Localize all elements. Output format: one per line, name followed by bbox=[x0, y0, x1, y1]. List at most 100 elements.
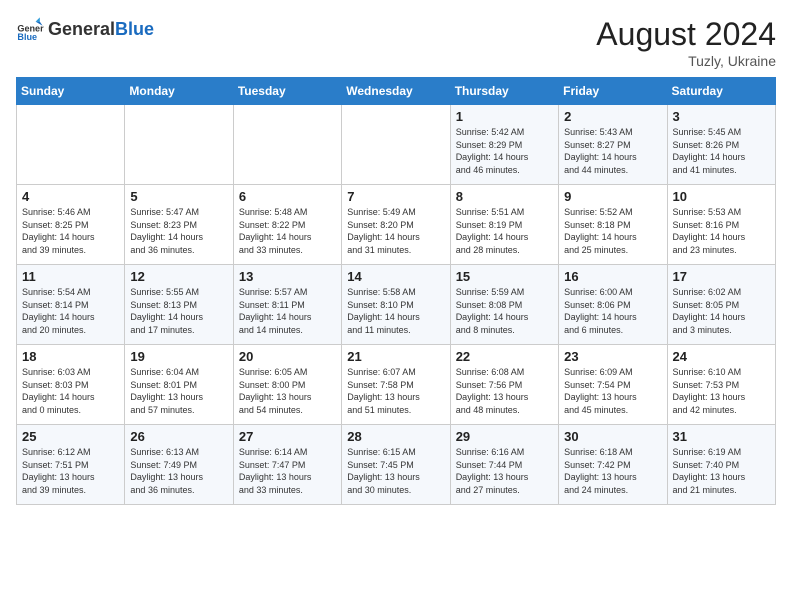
day-number: 12 bbox=[130, 269, 227, 284]
day-number: 18 bbox=[22, 349, 119, 364]
calendar-cell: 9 Sunrise: 5:52 AM Sunset: 8:18 PM Daylig… bbox=[559, 185, 667, 265]
day-number: 28 bbox=[347, 429, 444, 444]
header-day-tuesday: Tuesday bbox=[233, 78, 341, 105]
calendar-cell: 5 Sunrise: 5:47 AM Sunset: 8:23 PM Daylig… bbox=[125, 185, 233, 265]
header-day-thursday: Thursday bbox=[450, 78, 558, 105]
calendar-header: SundayMondayTuesdayWednesdayThursdayFrid… bbox=[17, 78, 776, 105]
header-day-friday: Friday bbox=[559, 78, 667, 105]
svg-text:Blue: Blue bbox=[17, 32, 37, 42]
day-info: Sunrise: 6:12 AM Sunset: 7:51 PM Dayligh… bbox=[22, 446, 119, 496]
header-day-saturday: Saturday bbox=[667, 78, 775, 105]
day-number: 13 bbox=[239, 269, 336, 284]
day-info: Sunrise: 5:42 AM Sunset: 8:29 PM Dayligh… bbox=[456, 126, 553, 176]
calendar-cell: 15 Sunrise: 5:59 AM Sunset: 8:08 PM Dayli… bbox=[450, 265, 558, 345]
calendar-cell: 16Sunrise: 6:00 AM Sunset: 8:06 PM Dayli… bbox=[559, 265, 667, 345]
calendar-cell: 24 Sunrise: 6:10 AM Sunset: 7:53 PM Dayli… bbox=[667, 345, 775, 425]
calendar-cell: 22Sunrise: 6:08 AM Sunset: 7:56 PM Dayli… bbox=[450, 345, 558, 425]
month-year: August 2024 bbox=[596, 16, 776, 53]
day-info: Sunrise: 6:10 AM Sunset: 7:53 PM Dayligh… bbox=[673, 366, 770, 416]
day-info: Sunrise: 5:53 AM Sunset: 8:16 PM Dayligh… bbox=[673, 206, 770, 256]
calendar-cell: 3 Sunrise: 5:45 AM Sunset: 8:26 PM Daylig… bbox=[667, 105, 775, 185]
calendar-cell: 28 Sunrise: 6:15 AM Sunset: 7:45 PM Dayli… bbox=[342, 425, 450, 505]
day-number: 9 bbox=[564, 189, 661, 204]
calendar-cell bbox=[125, 105, 233, 185]
day-number: 3 bbox=[673, 109, 770, 124]
day-number: 20 bbox=[239, 349, 336, 364]
day-info: Sunrise: 6:02 AM Sunset: 8:05 PM Dayligh… bbox=[673, 286, 770, 336]
calendar-cell: 17 Sunrise: 6:02 AM Sunset: 8:05 PM Dayli… bbox=[667, 265, 775, 345]
calendar-cell bbox=[233, 105, 341, 185]
calendar-cell: 31 Sunrise: 6:19 AM Sunset: 7:40 PM Dayli… bbox=[667, 425, 775, 505]
day-number: 17 bbox=[673, 269, 770, 284]
calendar-cell: 29Sunrise: 6:16 AM Sunset: 7:44 PM Dayli… bbox=[450, 425, 558, 505]
day-number: 10 bbox=[673, 189, 770, 204]
page-header: General Blue GeneralBlue August 2024 Tuz… bbox=[16, 16, 776, 69]
calendar-cell: 4Sunrise: 5:46 AM Sunset: 8:25 PM Daylig… bbox=[17, 185, 125, 265]
calendar-cell: 7Sunrise: 5:49 AM Sunset: 8:20 PM Daylig… bbox=[342, 185, 450, 265]
day-info: Sunrise: 6:15 AM Sunset: 7:45 PM Dayligh… bbox=[347, 446, 444, 496]
day-info: Sunrise: 5:46 AM Sunset: 8:25 PM Dayligh… bbox=[22, 206, 119, 256]
day-number: 19 bbox=[130, 349, 227, 364]
day-number: 21 bbox=[347, 349, 444, 364]
calendar-cell: 2 Sunrise: 5:43 AM Sunset: 8:27 PM Daylig… bbox=[559, 105, 667, 185]
calendar-cell: 20 Sunrise: 6:05 AM Sunset: 8:00 PM Dayli… bbox=[233, 345, 341, 425]
day-info: Sunrise: 5:54 AM Sunset: 8:14 PM Dayligh… bbox=[22, 286, 119, 336]
title-block: August 2024 Tuzly, Ukraine bbox=[596, 16, 776, 69]
week-row-2: 4Sunrise: 5:46 AM Sunset: 8:25 PM Daylig… bbox=[17, 185, 776, 265]
day-info: Sunrise: 5:52 AM Sunset: 8:18 PM Dayligh… bbox=[564, 206, 661, 256]
day-info: Sunrise: 5:55 AM Sunset: 8:13 PM Dayligh… bbox=[130, 286, 227, 336]
logo: General Blue GeneralBlue bbox=[16, 16, 154, 44]
calendar-cell bbox=[342, 105, 450, 185]
header-day-sunday: Sunday bbox=[17, 78, 125, 105]
calendar-cell: 1 Sunrise: 5:42 AM Sunset: 8:29 PM Daylig… bbox=[450, 105, 558, 185]
day-number: 31 bbox=[673, 429, 770, 444]
day-info: Sunrise: 6:16 AM Sunset: 7:44 PM Dayligh… bbox=[456, 446, 553, 496]
calendar-cell: 10 Sunrise: 5:53 AM Sunset: 8:16 PM Dayli… bbox=[667, 185, 775, 265]
week-row-1: 1 Sunrise: 5:42 AM Sunset: 8:29 PM Daylig… bbox=[17, 105, 776, 185]
day-number: 23 bbox=[564, 349, 661, 364]
day-number: 14 bbox=[347, 269, 444, 284]
calendar-cell: 21Sunrise: 6:07 AM Sunset: 7:58 PM Dayli… bbox=[342, 345, 450, 425]
day-info: Sunrise: 6:19 AM Sunset: 7:40 PM Dayligh… bbox=[673, 446, 770, 496]
day-info: Sunrise: 5:59 AM Sunset: 8:08 PM Dayligh… bbox=[456, 286, 553, 336]
calendar-cell: 8Sunrise: 5:51 AM Sunset: 8:19 PM Daylig… bbox=[450, 185, 558, 265]
day-info: Sunrise: 6:04 AM Sunset: 8:01 PM Dayligh… bbox=[130, 366, 227, 416]
day-info: Sunrise: 5:43 AM Sunset: 8:27 PM Dayligh… bbox=[564, 126, 661, 176]
calendar-cell: 26Sunrise: 6:13 AM Sunset: 7:49 PM Dayli… bbox=[125, 425, 233, 505]
day-info: Sunrise: 6:05 AM Sunset: 8:00 PM Dayligh… bbox=[239, 366, 336, 416]
day-info: Sunrise: 6:14 AM Sunset: 7:47 PM Dayligh… bbox=[239, 446, 336, 496]
day-number: 26 bbox=[130, 429, 227, 444]
calendar-cell: 14 Sunrise: 5:58 AM Sunset: 8:10 PM Dayli… bbox=[342, 265, 450, 345]
calendar-cell: 18Sunrise: 6:03 AM Sunset: 8:03 PM Dayli… bbox=[17, 345, 125, 425]
day-number: 16 bbox=[564, 269, 661, 284]
day-info: Sunrise: 5:57 AM Sunset: 8:11 PM Dayligh… bbox=[239, 286, 336, 336]
day-number: 15 bbox=[456, 269, 553, 284]
header-row: SundayMondayTuesdayWednesdayThursdayFrid… bbox=[17, 78, 776, 105]
calendar-body: 1 Sunrise: 5:42 AM Sunset: 8:29 PM Daylig… bbox=[17, 105, 776, 505]
day-info: Sunrise: 5:58 AM Sunset: 8:10 PM Dayligh… bbox=[347, 286, 444, 336]
day-number: 2 bbox=[564, 109, 661, 124]
day-number: 1 bbox=[456, 109, 553, 124]
calendar-cell bbox=[17, 105, 125, 185]
day-number: 27 bbox=[239, 429, 336, 444]
day-number: 24 bbox=[673, 349, 770, 364]
header-day-wednesday: Wednesday bbox=[342, 78, 450, 105]
day-info: Sunrise: 5:47 AM Sunset: 8:23 PM Dayligh… bbox=[130, 206, 227, 256]
calendar-cell: 23 Sunrise: 6:09 AM Sunset: 7:54 PM Dayli… bbox=[559, 345, 667, 425]
week-row-5: 25 Sunrise: 6:12 AM Sunset: 7:51 PM Dayli… bbox=[17, 425, 776, 505]
calendar-cell: 19 Sunrise: 6:04 AM Sunset: 8:01 PM Dayli… bbox=[125, 345, 233, 425]
calendar-cell: 25 Sunrise: 6:12 AM Sunset: 7:51 PM Dayli… bbox=[17, 425, 125, 505]
day-info: Sunrise: 6:08 AM Sunset: 7:56 PM Dayligh… bbox=[456, 366, 553, 416]
day-number: 6 bbox=[239, 189, 336, 204]
logo-text: GeneralBlue bbox=[48, 20, 154, 40]
day-info: Sunrise: 6:09 AM Sunset: 7:54 PM Dayligh… bbox=[564, 366, 661, 416]
day-info: Sunrise: 6:18 AM Sunset: 7:42 PM Dayligh… bbox=[564, 446, 661, 496]
day-number: 11 bbox=[22, 269, 119, 284]
calendar-cell: 27 Sunrise: 6:14 AM Sunset: 7:47 PM Dayli… bbox=[233, 425, 341, 505]
day-number: 5 bbox=[130, 189, 227, 204]
week-row-4: 18Sunrise: 6:03 AM Sunset: 8:03 PM Dayli… bbox=[17, 345, 776, 425]
day-info: Sunrise: 5:45 AM Sunset: 8:26 PM Dayligh… bbox=[673, 126, 770, 176]
calendar-cell: 13 Sunrise: 5:57 AM Sunset: 8:11 PM Dayli… bbox=[233, 265, 341, 345]
day-number: 25 bbox=[22, 429, 119, 444]
calendar-cell: 12 Sunrise: 5:55 AM Sunset: 8:13 PM Dayli… bbox=[125, 265, 233, 345]
